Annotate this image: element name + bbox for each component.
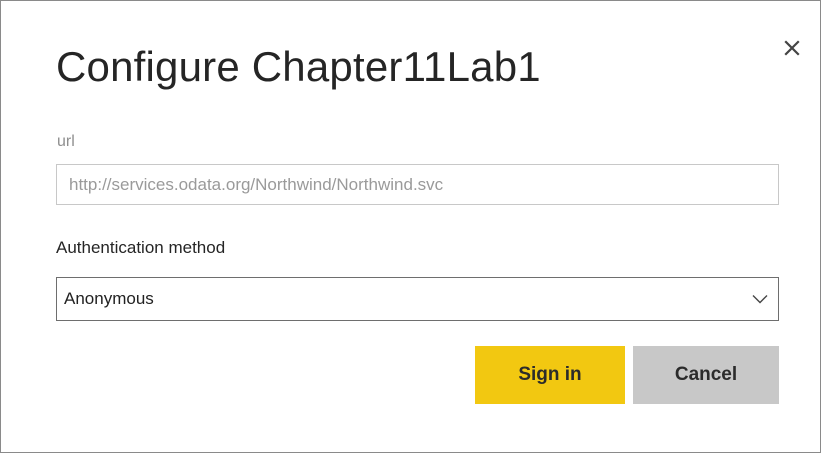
sign-in-button[interactable]: Sign in [475, 346, 625, 404]
close-button[interactable] [779, 35, 805, 61]
authentication-method-value: Anonymous [64, 289, 154, 308]
configure-dialog: Configure Chapter11Lab1 url Authenticati… [0, 0, 821, 453]
cancel-button[interactable]: Cancel [633, 346, 779, 404]
authentication-method-dropdown[interactable]: Anonymous [56, 277, 779, 321]
url-input[interactable] [56, 164, 779, 205]
url-label: url [57, 133, 75, 150]
close-icon [784, 40, 800, 56]
authentication-method-label: Authentication method [56, 238, 226, 257]
dialog-title: Configure Chapter11Lab1 [56, 43, 541, 90]
chevron-down-icon [750, 289, 770, 309]
